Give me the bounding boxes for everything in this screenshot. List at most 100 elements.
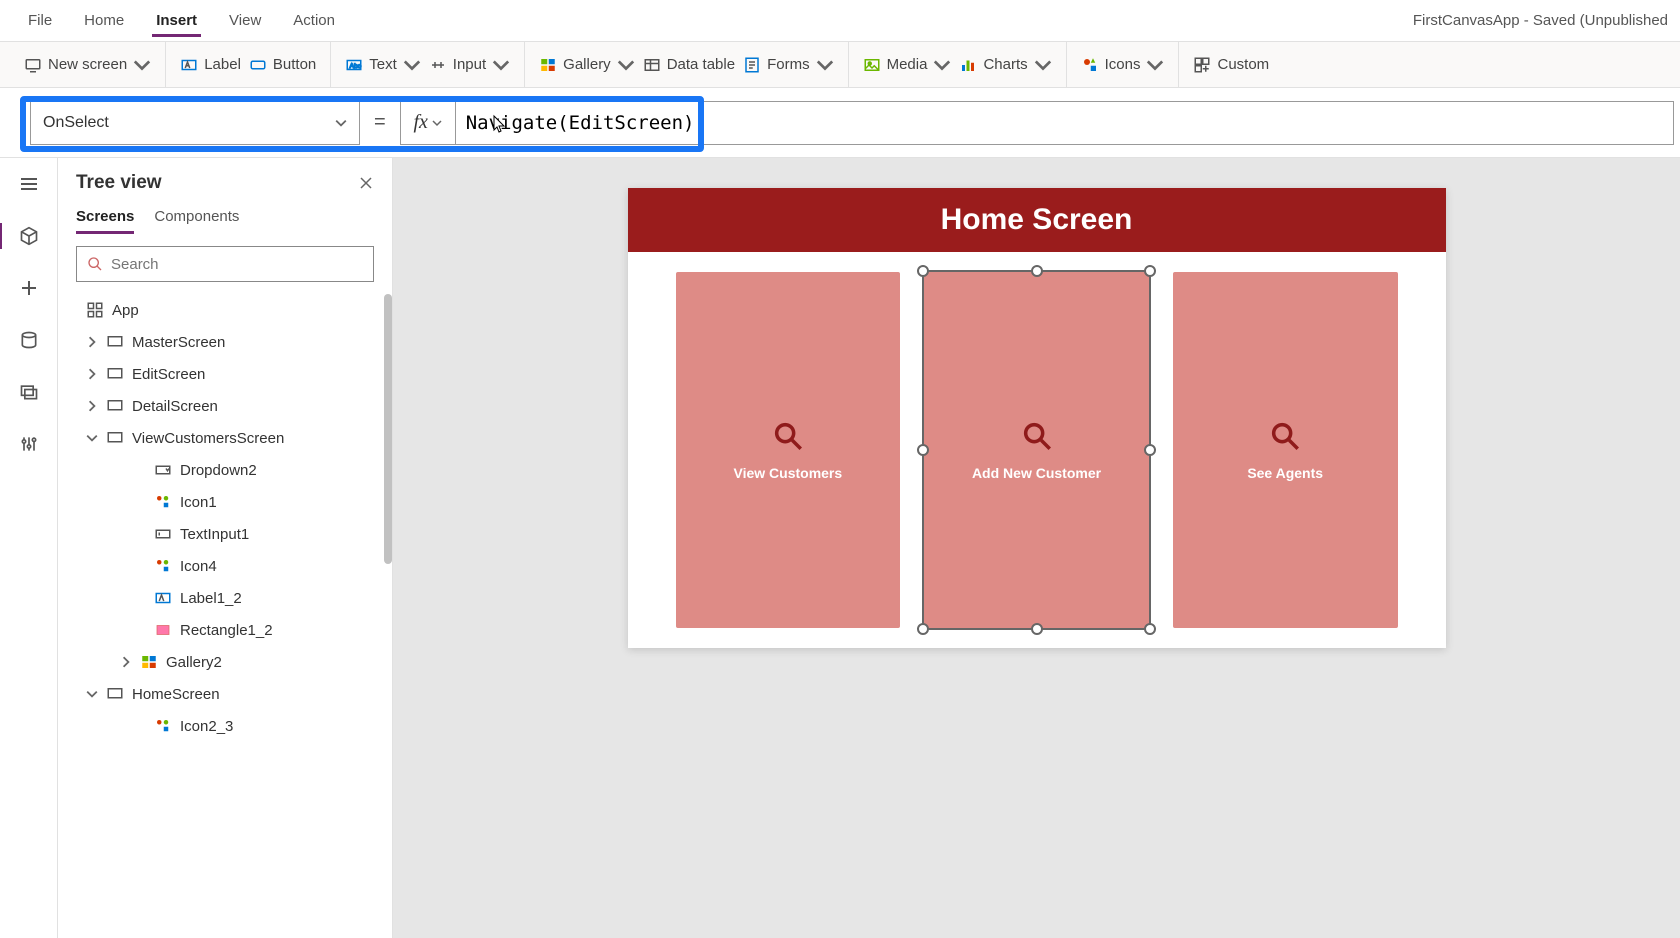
card-label: See Agents xyxy=(1247,465,1323,481)
new-screen-button[interactable]: New screen xyxy=(24,56,151,74)
chevron-down-icon xyxy=(86,432,98,444)
screen-icon xyxy=(106,333,124,351)
chevron-down-icon xyxy=(1146,56,1164,74)
rail-tree-view[interactable] xyxy=(17,224,41,248)
charts-button[interactable]: Charts xyxy=(959,56,1051,74)
tree-node-textinput1[interactable]: TextInput1 xyxy=(58,518,392,550)
gallery-icon xyxy=(539,56,557,74)
card-label: View Customers xyxy=(734,465,843,481)
menu-home[interactable]: Home xyxy=(68,4,140,37)
rail-hamburger[interactable] xyxy=(17,172,41,196)
tree-node-rectangle1-2[interactable]: Rectangle1_2 xyxy=(58,614,392,646)
chevron-down-icon xyxy=(617,56,635,74)
rail-insert[interactable] xyxy=(17,276,41,300)
tab-components[interactable]: Components xyxy=(154,208,239,234)
screen-icon xyxy=(106,429,124,447)
tree-node-dropdown2[interactable]: Dropdown2 xyxy=(58,454,392,486)
tree-label: Icon1 xyxy=(180,494,217,511)
close-icon[interactable] xyxy=(358,175,374,191)
property-selector[interactable]: OnSelect xyxy=(30,101,360,145)
search-field[interactable] xyxy=(111,256,363,273)
cards-container: View Customers Add New Customer Se xyxy=(628,252,1446,648)
magnify-icon xyxy=(771,419,805,453)
card-add-new-customer[interactable]: Add New Customer xyxy=(924,272,1149,628)
text-label: Text xyxy=(369,56,397,73)
rail-media[interactable] xyxy=(17,380,41,404)
menu-view[interactable]: View xyxy=(213,4,277,37)
tab-screens[interactable]: Screens xyxy=(76,208,134,234)
media-button[interactable]: Media xyxy=(863,56,952,74)
scrollbar-thumb[interactable] xyxy=(384,294,392,564)
button-button[interactable]: Button xyxy=(249,56,316,74)
forms-icon xyxy=(743,56,761,74)
formula-input[interactable] xyxy=(456,101,1674,145)
data-table-button[interactable]: Data table xyxy=(643,56,735,74)
fx-button[interactable]: fx xyxy=(400,101,456,145)
tree-node-editscreen[interactable]: EditScreen xyxy=(58,358,392,390)
tree-node-detailscreen[interactable]: DetailScreen xyxy=(58,390,392,422)
tree-node-homescreen[interactable]: HomeScreen xyxy=(58,678,392,710)
custom-button[interactable]: Custom xyxy=(1193,56,1269,74)
app-title: FirstCanvasApp - Saved (Unpublished xyxy=(1413,12,1668,29)
gallery-button[interactable]: Gallery xyxy=(539,56,635,74)
menu-file[interactable]: File xyxy=(12,4,68,37)
canvas-area[interactable]: Home Screen View Customers Add New Custo… xyxy=(393,158,1680,938)
label-icon xyxy=(154,589,172,607)
selection-handle[interactable] xyxy=(1144,623,1156,635)
selection-handle[interactable] xyxy=(917,444,929,456)
custom-label: Custom xyxy=(1217,56,1269,73)
label-label: Label xyxy=(204,56,241,73)
search-icon xyxy=(87,256,103,272)
selection-handle[interactable] xyxy=(1144,444,1156,456)
tree-label: Gallery2 xyxy=(166,654,222,671)
tree-node-label1-2[interactable]: Label1_2 xyxy=(58,582,392,614)
menu-action[interactable]: Action xyxy=(277,4,351,37)
button-icon xyxy=(249,56,267,74)
input-button[interactable]: Input xyxy=(429,56,510,74)
tree-node-masterscreen[interactable]: MasterScreen xyxy=(58,326,392,358)
selection-handle[interactable] xyxy=(917,265,929,277)
tree-node-icon2-3[interactable]: Icon2_3 xyxy=(58,710,392,742)
search-input[interactable] xyxy=(76,246,374,282)
canvas-header[interactable]: Home Screen xyxy=(628,188,1446,252)
card-label: Add New Customer xyxy=(972,465,1101,481)
tree-label: ViewCustomersScreen xyxy=(132,430,284,447)
label-icon xyxy=(180,56,198,74)
screen-icon xyxy=(106,365,124,383)
magnify-icon xyxy=(1268,419,1302,453)
card-view-customers[interactable]: View Customers xyxy=(676,272,901,628)
ribbon: New screen Label Button Abc Text Input G… xyxy=(0,42,1680,88)
tree-label: App xyxy=(112,302,139,319)
icons-label: Icons xyxy=(1105,56,1141,73)
chevron-down-icon xyxy=(1034,56,1052,74)
app-canvas[interactable]: Home Screen View Customers Add New Custo… xyxy=(628,188,1446,648)
charts-icon xyxy=(959,56,977,74)
tree-node-app[interactable]: App xyxy=(58,294,392,326)
tree-node-icon4[interactable]: Icon4 xyxy=(58,550,392,582)
selection-handle[interactable] xyxy=(1144,265,1156,277)
chevron-right-icon xyxy=(86,368,98,380)
tree: App MasterScreen EditScreen DetailScreen xyxy=(58,294,392,938)
card-see-agents[interactable]: See Agents xyxy=(1173,272,1398,628)
tree-node-gallery2[interactable]: Gallery2 xyxy=(58,646,392,678)
rail-advanced[interactable] xyxy=(17,432,41,456)
left-rail xyxy=(0,158,58,938)
button-label: Button xyxy=(273,56,316,73)
icons-button[interactable]: Icons xyxy=(1081,56,1165,74)
chevron-down-icon xyxy=(432,118,442,128)
forms-button[interactable]: Forms xyxy=(743,56,834,74)
forms-label: Forms xyxy=(767,56,810,73)
menu-insert[interactable]: Insert xyxy=(140,4,213,37)
selection-handle[interactable] xyxy=(1031,265,1043,277)
input-label: Input xyxy=(453,56,486,73)
gallery-label: Gallery xyxy=(563,56,611,73)
tree-node-icon1[interactable]: Icon1 xyxy=(58,486,392,518)
tree-label: Rectangle1_2 xyxy=(180,622,273,639)
rail-data[interactable] xyxy=(17,328,41,352)
selection-handle[interactable] xyxy=(1031,623,1043,635)
selection-handle[interactable] xyxy=(917,623,929,635)
chevron-right-icon xyxy=(120,656,132,668)
tree-node-viewcustomersscreen[interactable]: ViewCustomersScreen xyxy=(58,422,392,454)
text-button[interactable]: Abc Text xyxy=(345,56,421,74)
label-button[interactable]: Label xyxy=(180,56,241,74)
